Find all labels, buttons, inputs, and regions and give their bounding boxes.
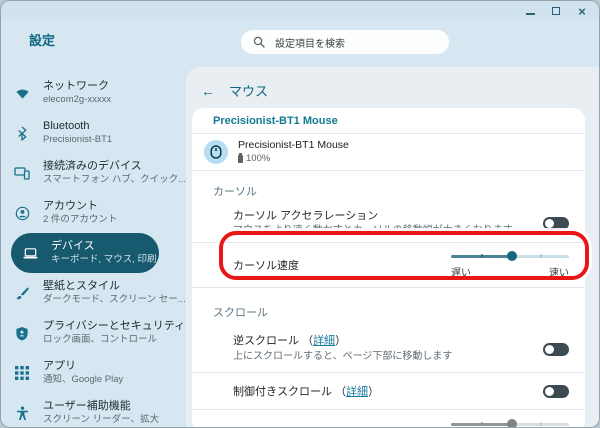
scroll-speed-slider[interactable]: 遅い 速い [451,419,569,428]
slider-thumb[interactable] [507,419,517,428]
wallpaper-brush-icon [14,285,30,301]
maximize-icon [552,7,560,15]
sidebar-item-network[interactable]: ネットワーク elecom2g-xxxxx [1,73,186,113]
sidebar-item-label: アカウント [43,200,117,214]
sidebar-item-label: プライバシーとセキュリティ [43,320,185,334]
cursor-speed-row: カーソル速度 遅い 速い [192,243,585,287]
battery-level: 100% [246,153,270,165]
sidebar-item-apps[interactable]: アプリ 通知、Google Play [1,353,186,393]
device-name: Precisionist-BT1 Mouse [238,139,349,153]
cursor-speed-slider[interactable]: 遅い 速い [451,251,569,279]
sidebar-item-label: 壁紙とスタイル [43,280,186,294]
sidebar-item-wallpaper[interactable]: 壁紙とスタイル ダークモード、スクリーン セー... [1,273,186,313]
accessibility-person-icon [14,405,30,421]
sidebar-item-accessibility[interactable]: ユーザー補助機能 スクリーン リーダー、拡大 [1,393,186,428]
slider-thumb[interactable] [507,251,517,261]
reverse-scroll-toggle[interactable] [543,343,569,356]
wifi-icon [14,85,30,101]
minimize-button[interactable] [523,4,537,18]
sidebar-item-sublabel: Precisionist-BT1 [43,134,112,146]
cursor-section-title: カーソル [192,171,585,205]
reverse-scroll-details-link[interactable]: 詳細 [313,335,335,347]
sidebar-item-privacy[interactable]: プライバシーとセキュリティ ロック画面、コントロール [1,313,186,353]
main-panel: ← マウス Precisionist-BT1 Mouse Precisionis… [186,67,599,427]
minimize-icon [526,13,535,15]
reverse-scroll-label: 逆スクロール [233,335,299,347]
page-section-title: マウス [229,81,268,100]
sidebar-item-label: デバイス [51,240,157,254]
sidebar-item-sublabel: 2 件のアカウント [43,214,117,226]
scroll-speed-row: スクロール速度 遅い 速い [192,410,585,428]
apps-grid-icon [14,365,30,381]
sidebar-item-sublabel: キーボード, マウス, 印刷 [51,254,157,266]
slider-min-label: 遅い [451,264,471,279]
account-icon [14,205,30,221]
sidebar-item-label: アプリ [43,360,123,374]
maximize-button[interactable] [549,4,563,18]
slider-max-label: 速い [549,264,569,279]
sidebar-item-sublabel: ロック画面、コントロール [43,334,185,346]
device-section-title: Precisionist-BT1 Mouse [192,108,585,133]
sidebar-item-label: ネットワーク [43,80,111,94]
sidebar-item-sublabel: スクリーン リーダー、拡大 [43,414,159,426]
sidebar-item-sublabel: elecom2g-xxxxx [43,94,111,106]
sidebar-item-label: 接続済みのデバイス [43,160,186,174]
search-input[interactable]: 設定項目を検索 [241,30,449,54]
paren: （ [302,335,313,347]
connected-devices-icon [14,165,30,181]
search-placeholder: 設定項目を検索 [275,35,345,50]
cursor-acceleration-toggle[interactable] [543,217,569,230]
reverse-scroll-row: 逆スクロール （詳細） 上にスクロールすると、ページ下部に移動します [192,326,585,372]
mouse-settings-card: Precisionist-BT1 Mouse Precisionist-BT1 … [192,108,585,428]
back-button[interactable]: ← [201,83,215,99]
sidebar-item-sublabel: スマートフォン ハブ、クイック... [43,174,186,186]
sidebar-item-sublabel: 通知、Google Play [43,374,123,386]
cursor-acceleration-label: カーソル アクセラレーション [233,209,513,224]
sidebar: ネットワーク elecom2g-xxxxx Bluetooth Precisio… [1,73,186,428]
bluetooth-icon [14,125,30,141]
search-icon [253,36,265,48]
reverse-scroll-description: 上にスクロールすると、ページ下部に移動します [233,350,452,364]
sidebar-item-sublabel: ダークモード、スクリーン セー... [43,294,186,306]
laptop-icon [22,245,38,261]
sidebar-item-bluetooth[interactable]: Bluetooth Precisionist-BT1 [1,113,186,153]
controlled-scroll-label: 制御付きスクロール [233,386,332,398]
battery-icon [238,155,243,163]
cursor-acceleration-description: マウスをより速く動かすとカーソルの移動幅が大きくなります [233,224,513,238]
close-button[interactable]: × [575,4,589,18]
breadcrumb: ← マウス [201,81,268,100]
sidebar-item-connected-devices[interactable]: 接続済みのデバイス スマートフォン ハブ、クイック... [1,153,186,193]
sidebar-item-device[interactable]: デバイス キーボード, マウス, 印刷 [11,233,159,273]
sidebar-item-label: ユーザー補助機能 [43,400,159,414]
paren: ） [368,386,379,398]
settings-window: × 設定 設定項目を検索 ネットワーク elecom2g-xxxxx Bl [0,0,600,428]
mouse-icon [204,140,228,164]
paren: （ [335,386,346,398]
page-title: 設定 [29,30,55,49]
scroll-section-title: スクロール [192,288,585,326]
cursor-speed-label: カーソル速度 [233,257,299,273]
cursor-acceleration-row: カーソル アクセラレーション マウスをより速く動かすとカーソルの移動幅が大きくな… [192,205,585,242]
controlled-scroll-row: 制御付きスクロール （詳細） [192,373,585,409]
window-titlebar: × [1,1,599,19]
shield-icon [14,325,30,341]
paren: ） [335,335,346,347]
sidebar-item-accounts[interactable]: アカウント 2 件のアカウント [1,193,186,233]
sidebar-item-label: Bluetooth [43,120,112,134]
controlled-scroll-toggle[interactable] [543,385,569,398]
controlled-scroll-details-link[interactable]: 詳細 [346,386,368,398]
device-row: Precisionist-BT1 Mouse 100% [192,134,585,170]
